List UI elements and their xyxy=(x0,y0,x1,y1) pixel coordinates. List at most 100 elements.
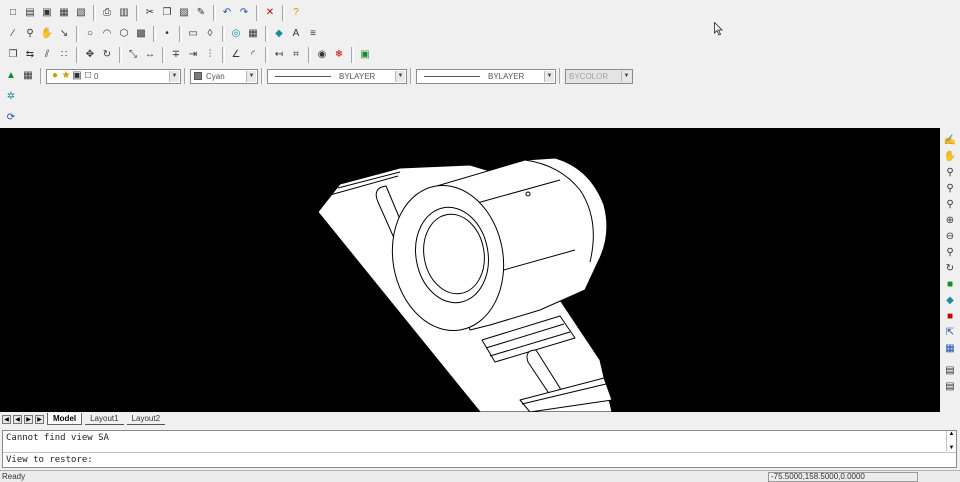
fillet-icon[interactable]: ◜ xyxy=(245,47,261,63)
ucs-icon[interactable]: ✲ xyxy=(3,89,19,105)
command-prompt[interactable]: View to restore: xyxy=(6,455,93,465)
rectangle-icon[interactable]: ▭ xyxy=(185,26,201,42)
render-icon[interactable]: ◆ xyxy=(942,293,958,308)
layer-off-icon[interactable]: ◉ xyxy=(314,47,330,63)
status-bar: Ready -75.5000,158.5000,0.0000 xyxy=(0,470,960,482)
refresh-icon[interactable]: ⟳ xyxy=(3,110,19,126)
sheet-icon[interactable]: ▤ xyxy=(942,379,958,394)
scale-icon[interactable]: ⤡ xyxy=(125,47,141,63)
move-icon[interactable]: ✥ xyxy=(82,47,98,63)
ring-icon[interactable]: ◎ xyxy=(228,26,244,42)
print-icon[interactable]: ⎙ xyxy=(99,5,115,21)
match-properties-icon[interactable]: ✎ xyxy=(193,5,209,21)
scroll-up-icon[interactable]: ▲ xyxy=(949,431,955,437)
paste-icon[interactable]: ▨ xyxy=(176,5,192,21)
extend-icon[interactable]: ⇥ xyxy=(185,47,201,63)
arc-icon[interactable]: ◠ xyxy=(99,26,115,42)
undo-icon[interactable]: ↶ xyxy=(219,5,235,21)
text-icon[interactable]: A xyxy=(288,26,304,42)
drawing-viewport[interactable] xyxy=(0,128,940,412)
chevron-down-icon[interactable]: ▼ xyxy=(169,70,179,82)
zoom-window-icon[interactable]: ⚲ xyxy=(942,165,958,180)
separator xyxy=(162,47,165,63)
last-tab-icon[interactable]: ▶ xyxy=(35,414,44,424)
polygon-icon[interactable]: ⬡ xyxy=(116,26,132,42)
status-text: Ready xyxy=(2,472,26,481)
chevron-down-icon[interactable]: ▼ xyxy=(544,70,554,82)
layer-previous-icon[interactable]: ▦ xyxy=(20,68,36,84)
preview-icon[interactable]: ▥ xyxy=(116,5,132,21)
zoom-all-icon[interactable]: ⚲ xyxy=(942,245,958,260)
align-icon[interactable]: ⌗ xyxy=(288,47,304,63)
command-history-line: Cannot find view SA xyxy=(6,433,109,443)
mirror-icon[interactable]: ⇆ xyxy=(22,47,38,63)
ucs-world-icon[interactable]: ⇱ xyxy=(942,325,958,340)
scroll-down-icon[interactable]: ▼ xyxy=(949,445,955,451)
rotate-icon[interactable]: ↻ xyxy=(99,47,115,63)
command-window[interactable]: Cannot find view SA View to restore: ▲ ▼ xyxy=(2,430,957,468)
block-icon[interactable]: ▣ xyxy=(357,47,373,63)
command-scrollbar[interactable]: ▲ ▼ xyxy=(946,431,956,451)
plot-preview-icon[interactable]: ▦ xyxy=(56,5,72,21)
separator xyxy=(265,47,268,63)
circle-icon[interactable]: ○ xyxy=(82,26,98,42)
help-icon[interactable]: ? xyxy=(288,5,304,21)
hand-icon[interactable]: ✋ xyxy=(942,149,958,164)
array-icon[interactable]: ∷ xyxy=(56,47,72,63)
viewports-icon[interactable]: ▦ xyxy=(942,341,958,356)
shade-icon[interactable]: ■ xyxy=(942,277,958,292)
zoom-realtime-icon[interactable]: ⚲ xyxy=(22,26,38,42)
lock-icon: ▣ xyxy=(72,70,82,81)
prev-tab-icon[interactable]: ◀ xyxy=(13,414,22,424)
layout-icon[interactable]: ▤ xyxy=(942,363,958,378)
layer-manager-icon[interactable]: ▲ xyxy=(3,68,19,84)
redo-icon[interactable]: ↷ xyxy=(236,5,252,21)
measure-icon[interactable]: ↘ xyxy=(56,26,72,42)
publish-icon[interactable]: ▧ xyxy=(73,5,89,21)
table-icon[interactable]: ▦ xyxy=(245,26,261,42)
tab-layout2[interactable]: Layout2 xyxy=(126,413,166,425)
offset-icon[interactable]: ⫽ xyxy=(39,47,55,63)
chevron-down-icon[interactable]: ▼ xyxy=(246,70,256,82)
dimension-icon[interactable]: ↤ xyxy=(271,47,287,63)
solid-icon[interactable]: ◆ xyxy=(271,26,287,42)
stretch-icon[interactable]: ↔ xyxy=(142,47,158,63)
chevron-down-icon[interactable]: ▼ xyxy=(395,70,405,82)
zoom-in-icon[interactable]: ⊕ xyxy=(942,213,958,228)
region-icon[interactable]: ◊ xyxy=(202,26,218,42)
break-icon[interactable]: ⫶ xyxy=(202,47,218,63)
linetype-dropdown[interactable]: BYLAYER ▼ xyxy=(267,68,407,84)
pan-icon[interactable]: ✋ xyxy=(39,26,55,42)
trim-icon[interactable]: ∓ xyxy=(168,47,184,63)
mtext-icon[interactable]: ≡ xyxy=(305,26,321,42)
chevron-down-icon: ▼ xyxy=(621,70,631,82)
zoom-dynamic-icon[interactable]: ⚲ xyxy=(942,181,958,196)
lineweight-dropdown[interactable]: BYLAYER ▼ xyxy=(416,68,556,84)
point-icon[interactable]: • xyxy=(159,26,175,42)
tab-model[interactable]: Model xyxy=(47,413,83,425)
layer-freeze-icon[interactable]: ❄ xyxy=(331,47,347,63)
zoom-out-icon[interactable]: ⊖ xyxy=(942,229,958,244)
line-icon[interactable]: ∕ xyxy=(5,26,21,42)
hatch-icon[interactable]: ▩ xyxy=(133,26,149,42)
save-icon[interactable]: ▣ xyxy=(39,5,55,21)
separator xyxy=(351,47,354,63)
cut-icon[interactable]: ✂ xyxy=(142,5,158,21)
coordinates-readout: -75.5000,158.5000,0.0000 xyxy=(768,472,918,482)
copy-icon[interactable]: ❐ xyxy=(159,5,175,21)
close-icon[interactable]: ✕ xyxy=(262,5,278,21)
next-tab-icon[interactable]: ▶ xyxy=(24,414,33,424)
open-icon[interactable]: ▤ xyxy=(22,5,38,21)
color-dropdown[interactable]: Cyan ▼ xyxy=(190,68,258,84)
render-scene-icon[interactable]: ■ xyxy=(942,309,958,324)
layer-dropdown[interactable]: ● ★ ▣ □ 0 ▼ xyxy=(46,68,181,84)
separator xyxy=(179,26,182,42)
chamfer-icon[interactable]: ∠ xyxy=(228,47,244,63)
orbit-icon[interactable]: ↻ xyxy=(942,261,958,276)
new-icon[interactable]: □ xyxy=(5,5,21,21)
first-tab-icon[interactable]: ◀ xyxy=(2,414,11,424)
pan-realtime-icon[interactable]: ✍ xyxy=(942,133,958,148)
tab-layout1[interactable]: Layout1 xyxy=(85,413,124,425)
copy-object-icon[interactable]: ❐ xyxy=(5,47,21,63)
zoom-scale-icon[interactable]: ⚲ xyxy=(942,197,958,212)
